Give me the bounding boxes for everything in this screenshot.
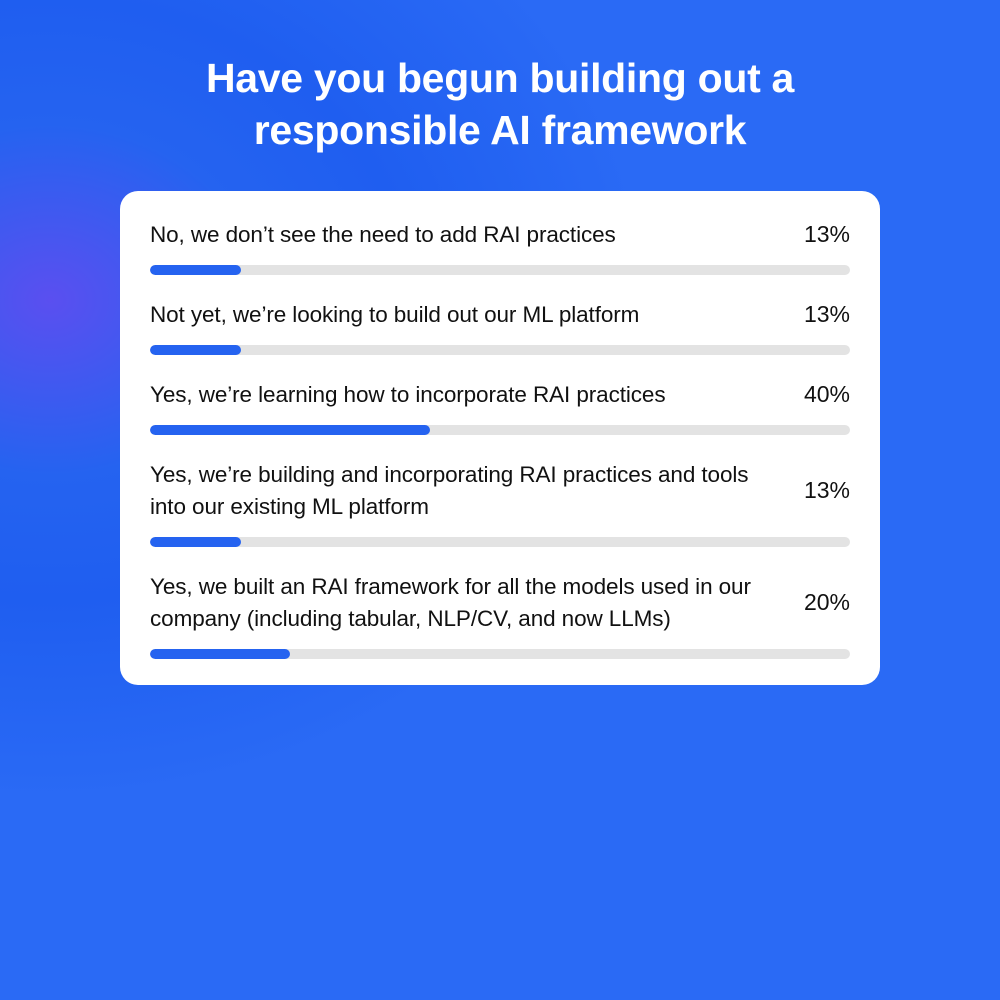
row-percent: 40% (804, 381, 850, 408)
progress-fill (150, 649, 290, 659)
progress-track (150, 265, 850, 275)
row-head: No, we don’t see the need to add RAI pra… (150, 219, 850, 251)
chart-title: Have you begun building out a responsibl… (110, 52, 890, 157)
row-percent: 13% (804, 221, 850, 248)
result-row: Yes, we’re building and incorporating RA… (150, 459, 850, 547)
row-label: No, we don’t see the need to add RAI pra… (150, 219, 780, 251)
result-row: Not yet, we’re looking to build out our … (150, 299, 850, 355)
row-label: Yes, we’re building and incorporating RA… (150, 459, 780, 523)
row-percent: 13% (804, 301, 850, 328)
progress-fill (150, 345, 241, 355)
row-head: Not yet, we’re looking to build out our … (150, 299, 850, 331)
result-row: No, we don’t see the need to add RAI pra… (150, 219, 850, 275)
results-card: No, we don’t see the need to add RAI pra… (120, 191, 880, 685)
row-label: Yes, we’re learning how to incorporate R… (150, 379, 780, 411)
row-percent: 20% (804, 589, 850, 616)
progress-track (150, 345, 850, 355)
progress-fill (150, 425, 430, 435)
row-head: Yes, we’re learning how to incorporate R… (150, 379, 850, 411)
progress-track (150, 537, 850, 547)
progress-fill (150, 265, 241, 275)
result-row: Yes, we built an RAI framework for all t… (150, 571, 850, 659)
row-percent: 13% (804, 477, 850, 504)
row-label: Not yet, we’re looking to build out our … (150, 299, 780, 331)
row-head: Yes, we’re building and incorporating RA… (150, 459, 850, 523)
progress-track (150, 425, 850, 435)
progress-track (150, 649, 850, 659)
result-row: Yes, we’re learning how to incorporate R… (150, 379, 850, 435)
row-label: Yes, we built an RAI framework for all t… (150, 571, 780, 635)
row-head: Yes, we built an RAI framework for all t… (150, 571, 850, 635)
progress-fill (150, 537, 241, 547)
